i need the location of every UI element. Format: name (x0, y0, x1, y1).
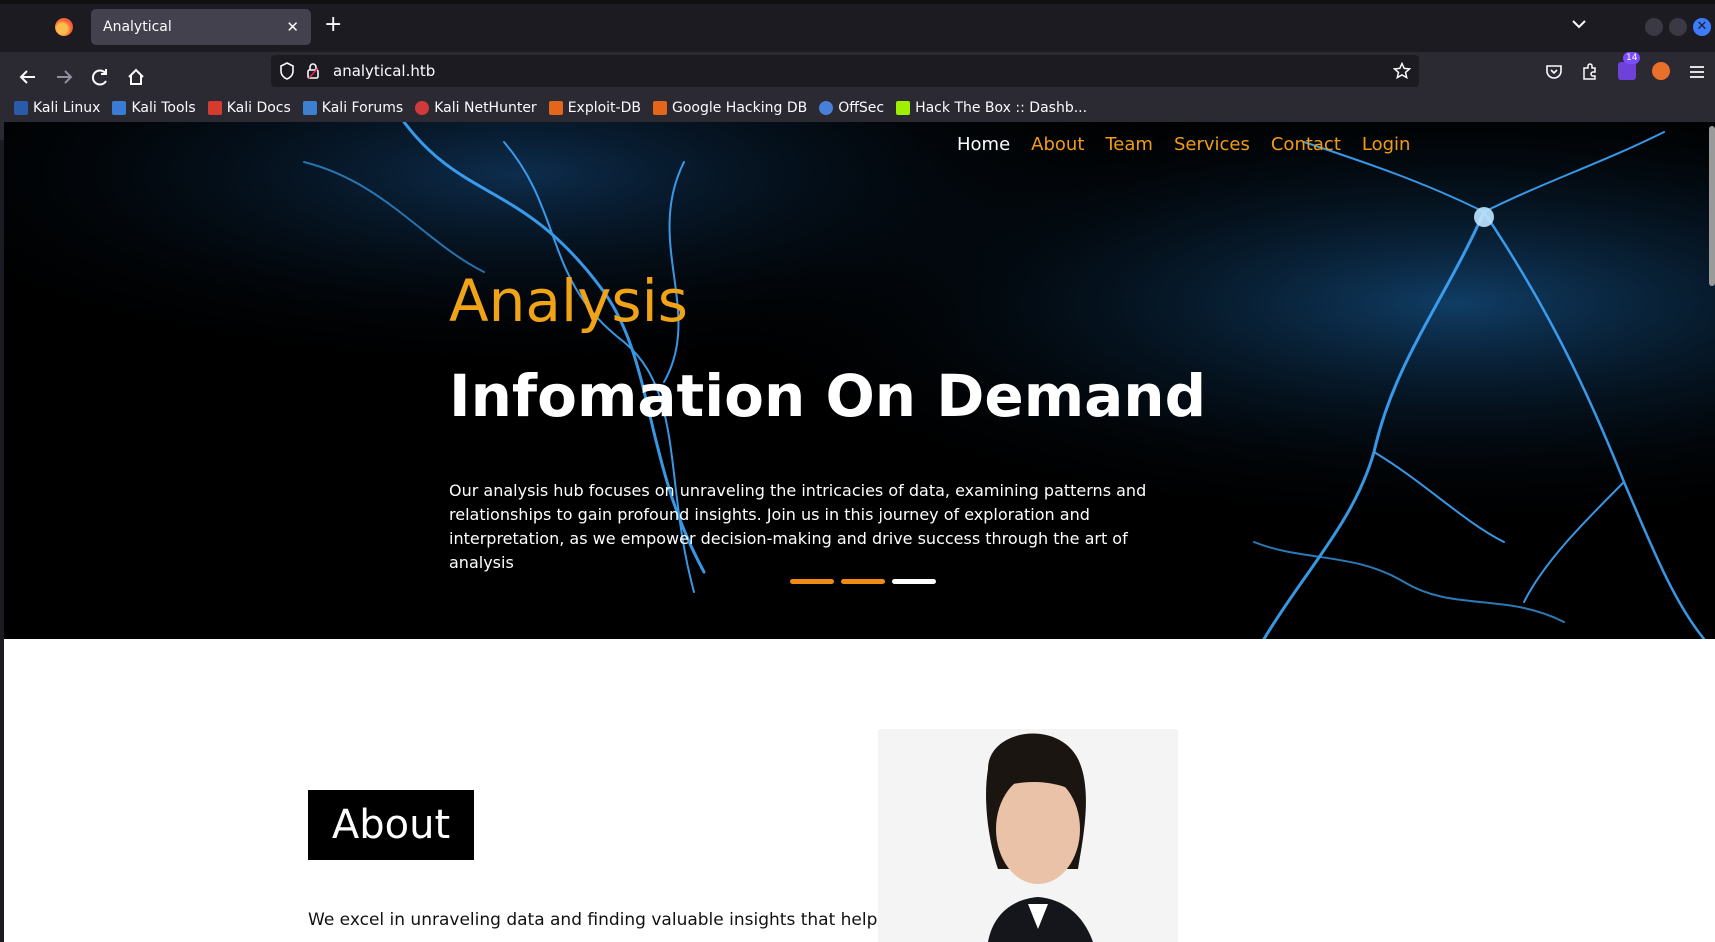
pocket-icon[interactable] (1544, 62, 1564, 82)
nethunter-icon (415, 101, 430, 115)
bookmark-kali-linux[interactable]: Kali Linux (14, 100, 100, 116)
bookmark-kali-forums[interactable]: Kali Forums (302, 100, 403, 116)
bookmark-star-icon[interactable] (1393, 62, 1411, 80)
shield-icon[interactable] (279, 62, 295, 80)
about-heading: About (308, 790, 474, 860)
tab-strip: Analytical ✕ + ✕ (0, 0, 1715, 52)
extensions-icon[interactable] (1580, 62, 1600, 82)
carousel-indicator-2[interactable] (841, 579, 885, 584)
page-viewport: Home About Team Services Contact Login A… (4, 122, 1715, 942)
kali-forums-icon (302, 101, 317, 115)
extension-badge: 14 (1623, 52, 1641, 64)
tab-title: Analytical (103, 19, 172, 35)
carousel-indicators (790, 579, 936, 584)
menu-icon[interactable] (1688, 63, 1706, 81)
bookmarks-toolbar: Kali Linux Kali Tools Kali Docs Kali For… (14, 97, 1099, 119)
bookmark-kali-docs[interactable]: Kali Docs (207, 100, 291, 116)
hero-title: Infomation On Demand (449, 362, 1207, 430)
carousel-indicator-3[interactable] (892, 579, 936, 584)
forward-icon[interactable] (49, 62, 79, 92)
back-icon[interactable] (13, 62, 43, 92)
nav-contact-link[interactable]: Contact (1271, 134, 1341, 155)
carousel-indicator-1[interactable] (790, 579, 834, 584)
nav-team-link[interactable]: Team (1105, 134, 1153, 155)
about-photo (878, 729, 1178, 942)
url-text: analytical.htb (333, 62, 436, 80)
maximize-window-button[interactable] (1669, 18, 1687, 36)
minimize-window-button[interactable] (1645, 18, 1663, 36)
nav-home-link[interactable]: Home (957, 134, 1010, 155)
new-tab-icon[interactable]: + (324, 14, 342, 36)
bookmark-kali-tools[interactable]: Kali Tools (112, 100, 196, 116)
reload-icon[interactable] (85, 62, 115, 92)
nav-login-link[interactable]: Login (1362, 134, 1411, 155)
hero-subtitle: Analysis (449, 267, 688, 335)
about-text: We excel in unraveling data and finding … (308, 910, 878, 930)
bookmark-offsec[interactable]: OffSec (819, 100, 884, 116)
bookmark-hack-the-box[interactable]: Hack The Box :: Dashb... (896, 100, 1087, 116)
bookmark-ghdb[interactable]: Google Hacking DB (652, 100, 807, 116)
offsec-icon (819, 101, 834, 115)
kali-icon (14, 101, 28, 115)
page-scrollbar[interactable] (1709, 126, 1715, 286)
active-tab[interactable]: Analytical ✕ (91, 9, 311, 45)
close-window-button[interactable]: ✕ (1693, 18, 1711, 36)
nav-about-link[interactable]: About (1031, 134, 1084, 155)
kali-tools-icon (112, 101, 127, 115)
hero-description: Our analysis hub focuses on unraveling t… (449, 481, 1147, 572)
bookmark-kali-nethunter[interactable]: Kali NetHunter (415, 100, 537, 116)
home-icon[interactable] (121, 62, 151, 92)
kali-docs-icon (207, 101, 222, 115)
exploit-db-icon (548, 101, 563, 115)
firefox-view-icon[interactable] (55, 18, 73, 36)
hero-section: Home About Team Services Contact Login A… (4, 122, 1715, 639)
top-edge (0, 0, 1715, 4)
site-nav: Home About Team Services Contact Login (957, 134, 1410, 155)
bookmark-exploit-db[interactable]: Exploit-DB (548, 100, 641, 116)
lock-icon[interactable] (306, 62, 320, 80)
chevron-down-icon[interactable] (1570, 15, 1588, 33)
extension-purple-icon[interactable] (1618, 62, 1636, 80)
ghdb-icon (652, 101, 667, 115)
url-bar[interactable]: analytical.htb (271, 55, 1419, 87)
foxyproxy-icon[interactable] (1652, 62, 1670, 80)
close-tab-icon[interactable]: ✕ (286, 18, 299, 36)
nav-services-link[interactable]: Services (1174, 134, 1250, 155)
htb-icon (896, 101, 911, 115)
